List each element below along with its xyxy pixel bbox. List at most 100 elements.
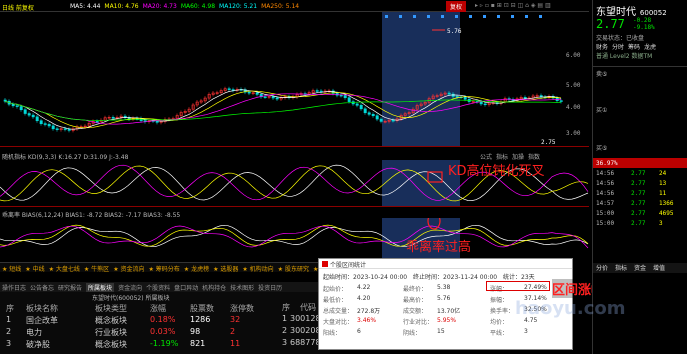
stat-value: 4.22 [357,284,371,291]
trade-time: 14:56 [596,180,615,187]
kline-chart[interactable] [0,12,589,146]
period-label[interactable]: 日线 前复权 [2,3,34,12]
stock-bottom-tab[interactable]: 增值 [653,263,665,272]
tab-item[interactable]: 投资日历 [258,283,282,292]
stock-bottom-tab[interactable]: 指标 [615,263,627,272]
price-change: -0.28 [633,17,652,24]
signal-link[interactable]: ★ 牛熊区 [84,264,109,272]
signal-link[interactable]: ★ 资金流向 [113,264,144,272]
trade-status: 交易状态：已收盘 [596,35,645,42]
bias-chart [0,218,589,258]
signal-link[interactable]: ★ 股东研究 [278,264,309,272]
table-cell: 11 [230,339,241,348]
signals-bar[interactable]: ★ 短线 ★ 中线 ★ 大盘七线 ★ 牛熊区 ★ 资金流向 ★ 筹码分布 ★ 龙虎榜 ★ 选股… [0,262,320,272]
signal-marker [483,15,486,18]
tab-item[interactable]: 公告备忘 [30,283,54,292]
orderbook-buy: 买① 买⑤ [596,107,608,152]
candle [295,92,299,99]
bottom-tabs[interactable]: 操作日志 公告备忘 研究报告 所属板块 资金流向 个股资料 盘口异动 机构持仓 技术图形 投资日历 [0,282,320,292]
signal-link[interactable]: ★ 中线 [25,264,44,272]
trade-vol: 11 [659,190,667,197]
stock-mini-tabs[interactable]: 财务 分时 筹码 龙虎 [596,42,686,51]
ma-line [4,93,561,125]
stock-mini-tab[interactable]: 筹码 [628,42,640,51]
signal-link[interactable]: ★ 龙虎榜 [184,264,209,272]
table-cell: 2 [230,327,236,336]
fuquan-button[interactable]: 复权 [446,1,467,12]
candle [215,90,219,96]
stat-value: 5.95% [437,317,457,324]
stock-bottom-tab[interactable]: 分价 [596,263,608,272]
candle [51,123,55,131]
price-change-pct: -9.18% [633,24,655,31]
candle [183,109,187,115]
range-pct-highlight [486,281,550,291]
right-row-code[interactable]: 300208 [290,326,321,335]
trade-row: 15:00 2.77 4695 [593,209,687,219]
table-cell: 3 [6,339,12,348]
candle [367,110,371,117]
signal-link[interactable]: ★ 短线 [2,264,21,272]
stat-label: 最高价： [403,297,428,304]
signal-link[interactable]: ★ 机构动向 [242,264,273,272]
candle [195,100,199,107]
ma-legend: MA5: 4.44 MA10: 4.76 MA20: 4.73 MA60: 4.98 M… [70,3,303,10]
kd-annotation: KD高位钝化死叉 [448,164,545,179]
candle [231,87,235,93]
stat-value: 6 [357,328,361,335]
stat-label: 均价： [490,319,509,326]
candle [123,114,127,120]
signal-marker [511,15,514,18]
candle [527,95,531,101]
tab-item[interactable]: 技术图形 [230,283,254,292]
signal-marker [441,15,444,18]
stock-mini-tab[interactable]: 分时 [612,42,624,51]
ma-label: MA10: 4.76 [104,3,139,10]
popup-titlebar[interactable]: 个股区间统计 [319,259,572,269]
stat-label: 换手率： [490,308,515,315]
tab-item[interactable]: 盘口异动 [174,283,198,292]
stat-label: 最终价： [403,286,428,293]
day-count: 23天 [521,274,535,281]
stock-mini-tab[interactable]: 财务 [596,42,608,51]
trade-row: 14:56 2.77 24 [593,169,687,179]
stock-bottom-tab[interactable]: 资金 [634,263,646,272]
table-cell: 破净股 [26,340,50,349]
tab-item[interactable]: 资金流向 [118,283,142,292]
tab-item[interactable]: 个股资料 [146,283,170,292]
toolbar-icons[interactable]: ▸ ▹ ▫ ▪ ⊞ ⊡ ⊟ ◫ ⌂ ◈ ▤ ▥ [475,2,585,10]
table-cell: 821 [190,339,206,348]
stock-bottom-tabs[interactable]: 分价 指标 资金 增值 [593,263,687,273]
ma-label: MA5: 4.44 [70,3,101,10]
stat-value: 5.38 [437,284,451,291]
signal-link[interactable]: ★ 大盘七线 [49,264,80,272]
candle [43,121,47,127]
trade-price: 2.77 [631,200,646,207]
candle [227,86,231,92]
stock-mini-tab[interactable]: 龙虎 [644,42,656,51]
start-time: 2023-10-24 00:00 [353,274,408,281]
table-cell: 0.03% [150,327,176,336]
trade-vol: 3 [659,220,663,227]
candle [207,92,211,101]
ma-label: MA120: 5.21 [219,3,258,10]
signal-link[interactable]: ★ 筹码分布 [148,264,179,272]
signal-link[interactable]: ★ 选股器 [213,264,238,272]
trade-row: 15:00 2.77 3 [593,219,687,229]
candle [59,126,63,132]
trade-price: 2.77 [631,170,646,177]
candle [243,87,247,95]
tab-item[interactable]: 机构持仓 [202,283,226,292]
candle [287,94,291,100]
table-cell: -1.19% [150,339,179,348]
table-cell: 国企改革 [26,316,58,325]
right-row-code[interactable]: 688778 [290,338,321,347]
tab-item[interactable]: 操作日志 [2,283,26,292]
end-time: 2023-11-24 00:00 [443,274,498,281]
right-row-code[interactable]: 300128 [290,314,321,323]
candle [75,124,79,131]
signal-marker [497,15,500,18]
tab-item[interactable]: 所属板块 [86,283,115,292]
tab-item[interactable]: 研究报告 [58,283,82,292]
trade-time: 15:00 [596,220,615,227]
